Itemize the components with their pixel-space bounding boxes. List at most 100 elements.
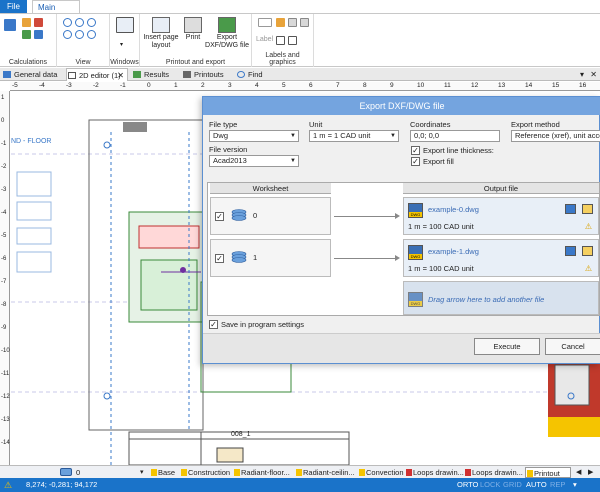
frame-icon[interactable] (276, 36, 285, 45)
output-file-row[interactable]: DWG example-1.dwg 1 m = 100 CAD unit ⚠ (403, 239, 599, 277)
tab-results[interactable]: Results (132, 68, 169, 81)
sheet-label: 008_1 (231, 431, 251, 438)
zoom-out-icon[interactable] (75, 18, 84, 27)
calc-tool-icon[interactable] (22, 30, 31, 39)
output-file-name[interactable]: example-0.dwg (428, 205, 479, 214)
layer-tab[interactable]: Radiant-floor... (233, 467, 290, 478)
table-icon (3, 71, 11, 78)
worksheet-output-table: Worksheet Output file ✓ 0 DWG example-0.… (207, 182, 600, 316)
tab-general-data[interactable]: General data (2, 68, 57, 81)
add-file-drop-zone[interactable]: DWG Drag arrow here to add another file (403, 281, 599, 315)
insert-page-layout-button[interactable]: Insert page layout (142, 17, 180, 50)
print-button[interactable]: Print (182, 17, 204, 42)
current-layer-value[interactable]: 0 (76, 467, 80, 478)
status-menu-icon[interactable]: ▾ (573, 478, 577, 492)
results-icon (133, 71, 141, 78)
worksheet-checkbox[interactable]: ✓ (215, 254, 224, 263)
mapping-arrow[interactable] (334, 258, 396, 259)
warning-icon[interactable]: ⚠ (4, 478, 12, 492)
editor-icon (68, 72, 76, 79)
ribbon-group-calculations: Calculations (0, 14, 57, 67)
layer-tab[interactable]: Convection (358, 467, 404, 478)
open-folder-icon[interactable] (582, 246, 593, 256)
close-icon[interactable]: ✕ (590, 68, 597, 81)
file-settings-icon[interactable] (565, 204, 576, 214)
close-tab-icon[interactable]: ✕ (117, 69, 124, 82)
zoom-previous-icon[interactable] (87, 30, 96, 39)
scroll-left-icon[interactable]: ◀ (576, 467, 581, 478)
output-file-row[interactable]: DWG example-0.dwg 1 m = 100 CAD unit ⚠ (403, 197, 599, 235)
rep-toggle[interactable]: REP (550, 478, 565, 492)
worksheet-checkbox[interactable]: ✓ (215, 212, 224, 221)
layer-tab[interactable]: Radiant-ceilin... (295, 467, 355, 478)
zoom-window-icon[interactable] (87, 18, 96, 27)
layer-tab[interactable]: Loops drawin... (405, 467, 464, 478)
label-tag-icon[interactable] (258, 18, 272, 27)
main-tools-tab[interactable]: Main tools (32, 0, 80, 25)
ruler-tick: -3 (1, 187, 7, 193)
file-type-label: File type (209, 120, 238, 129)
tab-2d-editor[interactable]: 2D editor (1) ✕ (66, 68, 128, 81)
tab-find[interactable]: Find (236, 68, 263, 81)
export-fill-checkbox[interactable]: ✓ (411, 157, 420, 166)
zoom-extents-icon[interactable] (75, 30, 84, 39)
ruler-tick: -10 (1, 348, 10, 354)
search-icon (237, 71, 245, 78)
graphics-icon[interactable] (288, 18, 297, 27)
calc-tool-icon[interactable] (34, 18, 43, 27)
ribbon: Calculations View ▾ Windows Insert page … (0, 13, 600, 67)
chevron-down-icon[interactable]: ▾ (140, 467, 144, 478)
zoom-all-icon[interactable] (63, 30, 72, 39)
export-dxf-dwg-button[interactable]: Export DXF/DWG file (204, 17, 250, 50)
bulb-icon (296, 469, 302, 476)
layer-tab-active[interactable]: Printout (525, 467, 571, 478)
ruler-tick: -4 (39, 82, 45, 89)
graphics-icon[interactable] (276, 18, 285, 27)
export-line-thickness-checkbox[interactable]: ✓ (411, 146, 420, 155)
frame-icon[interactable] (288, 36, 297, 45)
ruler-tick: 1 (174, 82, 178, 89)
execute-button[interactable]: Execute (474, 338, 540, 355)
file-settings-icon[interactable] (565, 246, 576, 256)
zoom-in-icon[interactable] (63, 18, 72, 27)
ruler-tick: 2 (201, 82, 205, 89)
ruler-tick: 1 (1, 95, 5, 101)
layer-tab[interactable]: Base (150, 467, 175, 478)
coordinates-input[interactable]: 0,0; 0,0 (410, 130, 500, 142)
calc-tool-icon[interactable] (22, 18, 31, 27)
orto-toggle[interactable]: ORTO (457, 478, 478, 492)
file-type-select[interactable]: Dwg ▼ (209, 130, 299, 142)
tab-printouts[interactable]: Printouts (182, 68, 224, 81)
save-settings-label: Save in program settings (221, 320, 304, 329)
ruler-tick: 0 (1, 118, 5, 124)
output-file-name[interactable]: example-1.dwg (428, 247, 479, 256)
ruler-tick: 7 (336, 82, 340, 89)
mapping-arrow[interactable] (334, 216, 396, 217)
layer-tab[interactable]: Construction (180, 467, 230, 478)
graphics-icon[interactable] (300, 18, 309, 27)
arrow-right-icon (395, 213, 400, 219)
grid-toggle[interactable]: GRID (503, 478, 522, 492)
tabs-dropdown-icon[interactable]: ▾ (580, 68, 584, 81)
save-settings-checkbox[interactable]: ✓ (209, 320, 218, 329)
dwg-file-icon: DWG (408, 203, 423, 218)
auto-toggle[interactable]: AUTO (526, 478, 547, 492)
layer-tab[interactable]: Loops drawin... (464, 467, 523, 478)
ribbon-group-printout-export: Insert page layout Print Export DXF/DWG … (140, 14, 252, 67)
label-button[interactable]: Label (256, 36, 273, 44)
calc-tool-icon[interactable] (34, 30, 43, 39)
file-tab[interactable]: File (0, 0, 27, 13)
windows-icon[interactable] (116, 17, 134, 33)
cancel-button[interactable]: Cancel (545, 338, 600, 355)
open-folder-icon[interactable] (582, 204, 593, 214)
unit-select[interactable]: 1 m = 1 CAD unit ▼ (309, 130, 399, 142)
file-version-select[interactable]: Acad2013 ▼ (209, 155, 299, 167)
scroll-right-icon[interactable]: ▶ (588, 467, 593, 478)
calculator-icon[interactable] (4, 19, 16, 31)
lock-toggle[interactable]: LOCK (480, 478, 500, 492)
ruler-tick: -5 (1, 233, 7, 239)
export-method-select[interactable]: Reference (xref), unit accord (511, 130, 600, 142)
floor-label: ND - FLOOR (11, 138, 52, 145)
ribbon-group-windows: ▾ Windows (110, 14, 140, 67)
dropdown-arrow-icon[interactable]: ▾ (120, 41, 123, 49)
